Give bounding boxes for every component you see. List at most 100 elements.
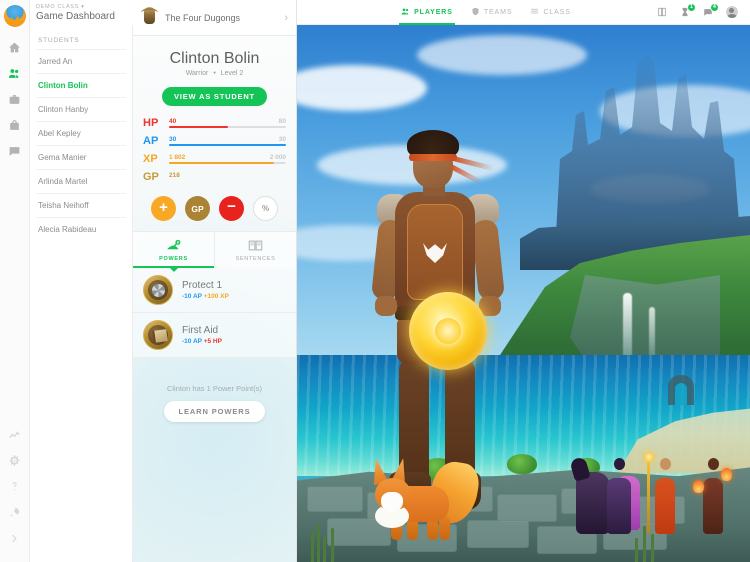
rail-item-messages[interactable] — [0, 141, 30, 167]
player-subtitle: Warrior • Level 2 — [133, 70, 296, 86]
power-name: Protect 1 — [182, 280, 223, 291]
student-list-item[interactable]: Clinton Hanby — [36, 97, 126, 121]
dark-steed — [576, 472, 610, 534]
grass — [651, 534, 654, 562]
stat-label-xp: XP — [143, 153, 158, 165]
student-list-item[interactable]: Abel Kepley — [36, 121, 126, 145]
shield-power-icon — [143, 275, 173, 305]
top-bar: PLAYERS TEAMS CLASS 1 4 — [297, 0, 750, 25]
add-points-button[interactable]: + — [151, 196, 176, 221]
power-text: Protect 1 -10 AP +100 XP — [182, 280, 286, 300]
rail-item-whats-new[interactable] — [0, 502, 30, 528]
players-icon — [8, 67, 21, 85]
stat-max-xp: 2 000 — [269, 154, 286, 161]
tab-players[interactable]: PLAYERS — [399, 0, 455, 25]
learn-powers-button[interactable]: LEARN POWERS — [164, 401, 265, 422]
grass — [317, 524, 320, 562]
avatar[interactable] — [725, 6, 738, 18]
tab-sentences-label: SENTENCES — [235, 256, 276, 262]
pet-fox — [369, 456, 483, 542]
tab-powers[interactable]: POWERS — [133, 232, 214, 272]
remove-points-button[interactable]: − — [219, 196, 244, 221]
stat-row-ap: AP 30 30 — [143, 136, 286, 147]
stat-track-ap — [169, 144, 286, 146]
cloud — [417, 35, 587, 75]
left-icon-rail — [0, 0, 30, 562]
tab-sentences[interactable]: SENTENCES — [214, 232, 296, 268]
view-as-student-container: VIEW AS STUDENT — [133, 86, 296, 118]
rail-item-backpack[interactable] — [0, 115, 30, 141]
stat-body-hp: 40 80 — [167, 118, 286, 128]
power-text: First Aid -10 AP +5 HP — [182, 325, 286, 345]
percent-button[interactable]: % — [253, 196, 278, 221]
action-buttons: + GP − % — [133, 190, 296, 231]
rail-item-shop[interactable] — [0, 89, 30, 115]
stat-row-gp: GP 218 — [143, 172, 286, 183]
power-reward: +100 XP — [203, 293, 229, 300]
student-list-item[interactable]: Teisha Neihoff — [36, 193, 126, 217]
chat-icon — [8, 145, 21, 163]
rail-item-home[interactable] — [0, 37, 30, 63]
rail-item-expand[interactable] — [0, 528, 30, 554]
rock-arch — [668, 375, 694, 405]
player-name: Clinton Bolin — [169, 50, 260, 67]
stat-row-xp: XP 1 802 2 000 — [143, 154, 286, 165]
scene-figure-dark-mage — [606, 454, 640, 534]
stat-current-xp: 1 802 — [169, 154, 186, 161]
hourglass-icon[interactable]: 1 — [680, 2, 696, 18]
book-icon[interactable] — [657, 7, 668, 18]
student-list-item[interactable]: Arlinda Martel — [36, 169, 126, 193]
tab-teams[interactable]: TEAMS — [471, 0, 513, 25]
give-gold-button[interactable]: GP — [185, 196, 210, 221]
stat-fill-hp — [169, 126, 228, 128]
stat-fill-xp — [169, 162, 275, 164]
announcement-icon[interactable]: 4 — [703, 2, 719, 18]
tab-players-label: PLAYERS — [414, 8, 453, 16]
team-header[interactable]: The Four Dugongs › — [133, 0, 296, 36]
student-list-item-selected[interactable]: Clinton Bolin — [36, 73, 126, 97]
player-level: Level 2 — [220, 70, 244, 77]
student-list-item[interactable]: Gema Manier — [36, 145, 126, 169]
student-list-item[interactable]: Jarred An — [36, 49, 126, 73]
home-icon — [8, 41, 21, 59]
grass — [643, 526, 646, 562]
rail-bottom-group — [0, 424, 30, 562]
top-nav: PLAYERS TEAMS CLASS — [383, 0, 571, 25]
power-cost-row: -10 AP +100 XP — [182, 293, 286, 300]
stat-label-hp: HP — [143, 117, 159, 129]
rail-item-analytics[interactable] — [0, 424, 30, 450]
team-crest-icon — [141, 7, 158, 28]
power-cost: -10 AP — [182, 293, 202, 300]
class-selector[interactable]: DEMO CLASS ▾ — [36, 4, 133, 10]
top-bar-icons: 1 4 — [657, 2, 750, 18]
tab-class[interactable]: CLASS — [530, 0, 570, 25]
grass — [635, 538, 638, 562]
panel-tabs: POWERS SENTENCES — [133, 231, 296, 272]
chevron-right-icon[interactable]: › — [284, 12, 288, 24]
grass — [331, 528, 334, 562]
brand-logo-icon[interactable] — [3, 5, 26, 27]
rail-item-players[interactable] — [0, 63, 30, 89]
power-cost-row: -10 AP +5 HP — [182, 338, 286, 345]
page-title: Game Dashboard — [36, 10, 115, 22]
power-row[interactable]: Protect 1 -10 AP +100 XP — [133, 268, 296, 313]
gear-icon — [8, 454, 21, 472]
student-list-item[interactable]: Alecia Rabideau — [36, 217, 126, 241]
chart-icon — [8, 428, 21, 446]
tab-teams-label: TEAMS — [483, 8, 513, 16]
power-row[interactable]: First Aid -10 AP +5 HP — [133, 313, 296, 358]
students-sidebar: STUDENTS Jarred An Clinton Bolin Clinton… — [30, 0, 133, 562]
waterfall — [623, 293, 632, 363]
rail-item-settings[interactable] — [0, 450, 30, 476]
scene-figure-fire-mage — [693, 454, 732, 534]
separator-dot: • — [213, 70, 216, 77]
chevron-right-icon — [8, 532, 21, 550]
player-detail-panel: The Four Dugongs › Clinton Bolin Warrior… — [133, 0, 297, 562]
rail-item-help[interactable] — [0, 476, 30, 502]
view-as-student-button[interactable]: VIEW AS STUDENT — [162, 87, 267, 106]
learn-powers-container: LEARN POWERS — [133, 401, 296, 422]
stat-body-gp: 218 — [167, 172, 286, 179]
stat-current-hp: 40 — [169, 118, 177, 125]
students-section-label: STUDENTS — [38, 37, 80, 44]
page-header: DEMO CLASS ▾ Game Dashboard — [30, 0, 133, 25]
